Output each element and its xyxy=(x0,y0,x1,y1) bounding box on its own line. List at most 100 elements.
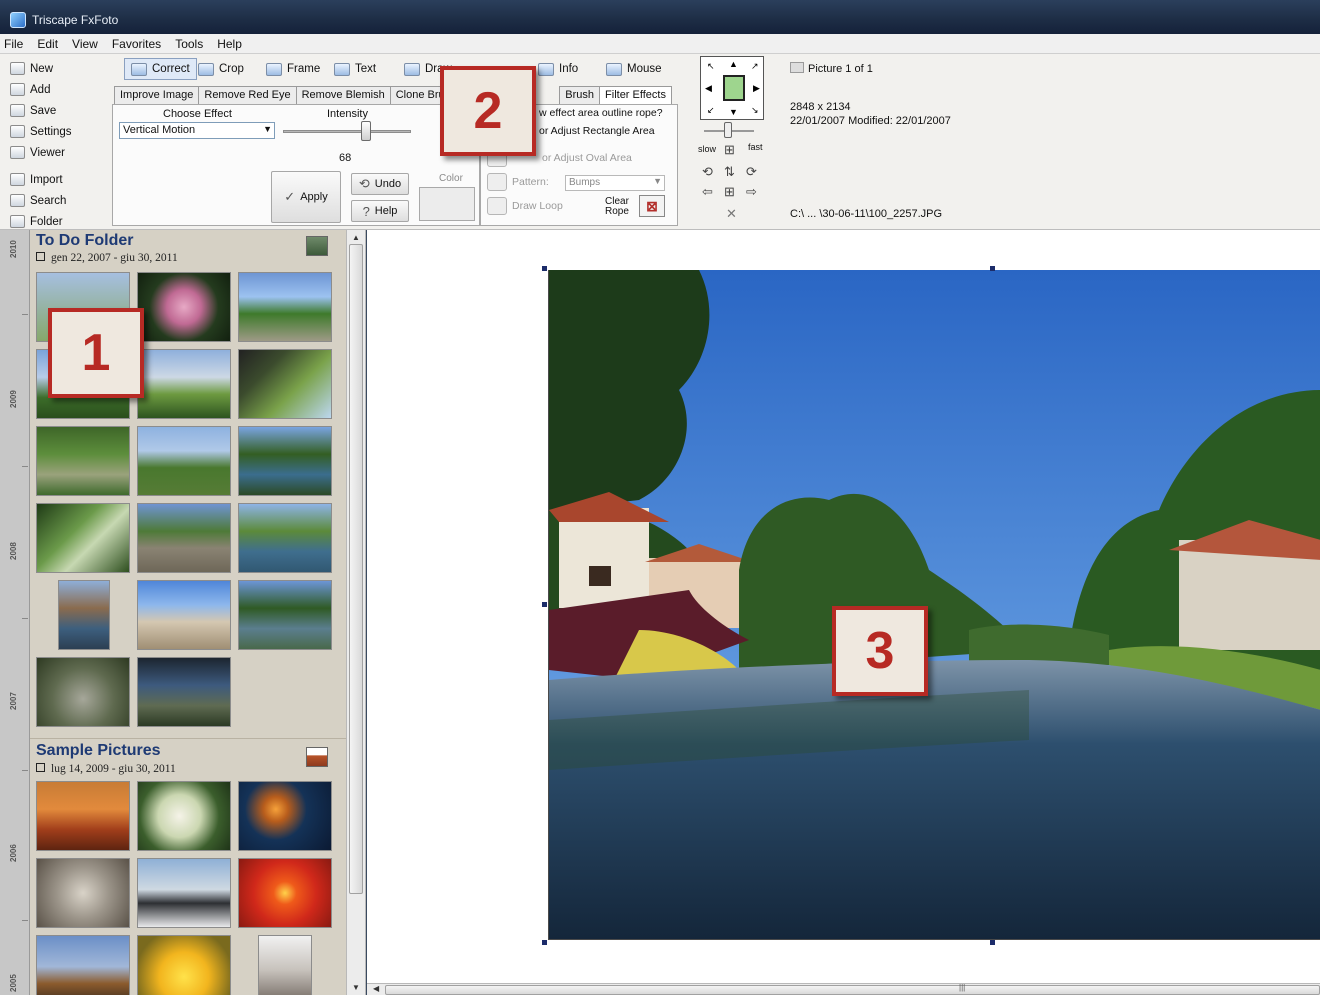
help-button[interactable]: ? Help xyxy=(351,200,409,222)
color-swatch[interactable] xyxy=(419,187,475,221)
menu-favorites[interactable]: Favorites xyxy=(105,34,168,51)
pan-control[interactable]: ↖ ▲ ↗ ◀ ▶ ↙ ▼ ↘ xyxy=(700,56,764,120)
selection-handle[interactable] xyxy=(990,940,995,945)
photo-thumbnail[interactable] xyxy=(36,657,130,727)
tab-info[interactable]: Info xyxy=(532,58,584,80)
rotate-right-icon[interactable]: ⟳ xyxy=(746,164,757,180)
mode-tabs: Correct Crop Frame Text Draw Info Mouse xyxy=(120,58,680,82)
next-icon[interactable]: ⇨ xyxy=(746,184,757,200)
scroll-up-icon[interactable]: ▲ xyxy=(352,233,360,242)
rotate-left-icon[interactable]: ⟲ xyxy=(702,164,713,180)
rect-area-option[interactable]: or Adjust Rectangle Area xyxy=(539,125,655,137)
main-photo[interactable] xyxy=(548,270,1320,940)
photo-thumbnail[interactable] xyxy=(137,580,231,650)
photo-thumbnail[interactable] xyxy=(238,781,332,851)
camera-icon xyxy=(10,173,25,186)
scrollbar-thumb[interactable] xyxy=(349,244,363,894)
photo-thumbnail[interactable] xyxy=(58,580,110,650)
clear-rope-button[interactable]: ⊠ xyxy=(639,195,665,217)
close-icon[interactable]: ✕ xyxy=(726,206,737,222)
checkbox-icon[interactable] xyxy=(36,252,45,261)
flip-icon[interactable]: ⇅ xyxy=(724,164,735,180)
tab-frame[interactable]: Frame xyxy=(260,58,326,80)
photo-thumbnail[interactable] xyxy=(36,503,130,573)
viewer-button[interactable]: Viewer xyxy=(10,142,110,163)
photo-thumbnail[interactable] xyxy=(36,858,130,928)
menu-tools[interactable]: Tools xyxy=(168,34,210,51)
tab-mouse[interactable]: Mouse xyxy=(600,58,668,80)
scroll-left-icon[interactable]: ◀ xyxy=(373,984,379,993)
tab-remove-red-eye[interactable]: Remove Red Eye xyxy=(198,86,296,105)
photo-thumbnail[interactable] xyxy=(137,503,231,573)
fit-icon[interactable]: ⊞ xyxy=(724,142,735,158)
selection-handle[interactable] xyxy=(542,602,547,607)
add-label: Add xyxy=(30,83,51,96)
photo-thumbnail[interactable] xyxy=(36,781,130,851)
photo-thumbnail[interactable] xyxy=(137,349,231,419)
color-label: Color xyxy=(439,173,463,184)
previous-icon[interactable]: ⇦ xyxy=(702,184,713,200)
photo-thumbnail[interactable] xyxy=(137,858,231,928)
search-button[interactable]: Search xyxy=(10,190,110,211)
photo-thumbnail[interactable] xyxy=(36,426,130,496)
tab-correct[interactable]: Correct xyxy=(124,58,197,80)
tab-improve-image[interactable]: Improve Image xyxy=(114,86,199,105)
tab-filter-effects[interactable]: Filter Effects xyxy=(599,86,672,105)
photo-thumbnail[interactable] xyxy=(258,935,312,995)
menu-edit[interactable]: Edit xyxy=(30,34,65,51)
timeline[interactable]: 2010 2009 2008 2007 2006 2005 xyxy=(0,230,30,995)
menu-bar: File Edit View Favorites Tools Help xyxy=(0,34,1320,54)
photo-thumbnail[interactable] xyxy=(238,272,332,342)
scrollbar-thumb[interactable] xyxy=(385,985,1320,995)
loop-icon xyxy=(487,197,507,215)
photo-thumbnail[interactable] xyxy=(137,272,231,342)
photo-thumbnail[interactable] xyxy=(238,349,332,419)
checkbox-icon[interactable] xyxy=(36,763,45,772)
photo-thumbnail[interactable] xyxy=(238,858,332,928)
menu-file[interactable]: File xyxy=(0,34,30,51)
add-button[interactable]: Add xyxy=(10,79,110,100)
tab-text[interactable]: Text xyxy=(328,58,382,80)
tab-remove-blemish[interactable]: Remove Blemish xyxy=(295,86,390,105)
speed-slider-thumb[interactable] xyxy=(724,122,732,138)
photo-thumbnail[interactable] xyxy=(238,426,332,496)
selection-handle[interactable] xyxy=(542,940,547,945)
scroll-down-icon[interactable]: ▼ xyxy=(352,983,360,992)
pattern-option[interactable]: Pattern: xyxy=(487,173,549,191)
intensity-slider[interactable] xyxy=(283,130,411,133)
new-button[interactable]: New xyxy=(10,58,110,79)
draw-loop-option[interactable]: Draw Loop xyxy=(487,197,563,215)
photo-thumbnail[interactable] xyxy=(36,935,130,995)
zoom-center-icon[interactable] xyxy=(723,75,745,101)
grid-icon[interactable]: ⊞ xyxy=(724,184,735,200)
photo-thumbnail[interactable] xyxy=(137,781,231,851)
photo-thumbnail[interactable] xyxy=(137,935,231,995)
photo-thumbnail[interactable] xyxy=(137,426,231,496)
settings-button[interactable]: Settings xyxy=(10,121,110,142)
picture-path: C:\ ... \30-06-11\100_2257.JPG xyxy=(790,208,943,220)
callout-3: 3 xyxy=(832,606,928,696)
import-button[interactable]: Import xyxy=(10,169,110,190)
folder-group-header[interactable]: Sample Pictures lug 14, 2009 - giu 30, 2… xyxy=(30,738,346,782)
menu-view[interactable]: View xyxy=(65,34,105,51)
apply-label: Apply xyxy=(300,191,328,203)
menu-help[interactable]: Help xyxy=(210,34,249,51)
effect-select[interactable]: Vertical Motion ▼ xyxy=(119,122,275,139)
photo-thumbnail[interactable] xyxy=(238,503,332,573)
tab-crop[interactable]: Crop xyxy=(192,58,250,80)
selection-handle[interactable] xyxy=(542,266,547,271)
tab-brush[interactable]: Brush xyxy=(559,86,600,105)
apply-button[interactable]: ✓ Apply xyxy=(271,171,341,223)
folder-group-header[interactable]: To Do Folder gen 22, 2007 - giu 30, 2011 xyxy=(30,230,346,270)
selection-handle[interactable] xyxy=(990,266,995,271)
photo-thumbnail[interactable] xyxy=(137,657,231,727)
viewer-scrollbar[interactable]: ◀ ||| xyxy=(367,983,1320,995)
folder-button[interactable]: Folder xyxy=(10,211,110,232)
browser-scrollbar[interactable]: ▲ ▼ xyxy=(346,230,366,995)
navigation-control: ↖ ▲ ↗ ◀ ▶ ↙ ▼ ↘ slow ⊞ fast ⟲ ⇅ ⟳ ⇦ ⊞ ⇨ … xyxy=(696,56,772,228)
photo-thumbnail[interactable] xyxy=(238,580,332,650)
undo-button[interactable]: ⟲ Undo xyxy=(351,173,409,195)
pattern-select[interactable]: Bumps ▼ xyxy=(565,175,665,191)
intensity-slider-thumb[interactable] xyxy=(361,121,371,141)
save-button[interactable]: Save xyxy=(10,100,110,121)
